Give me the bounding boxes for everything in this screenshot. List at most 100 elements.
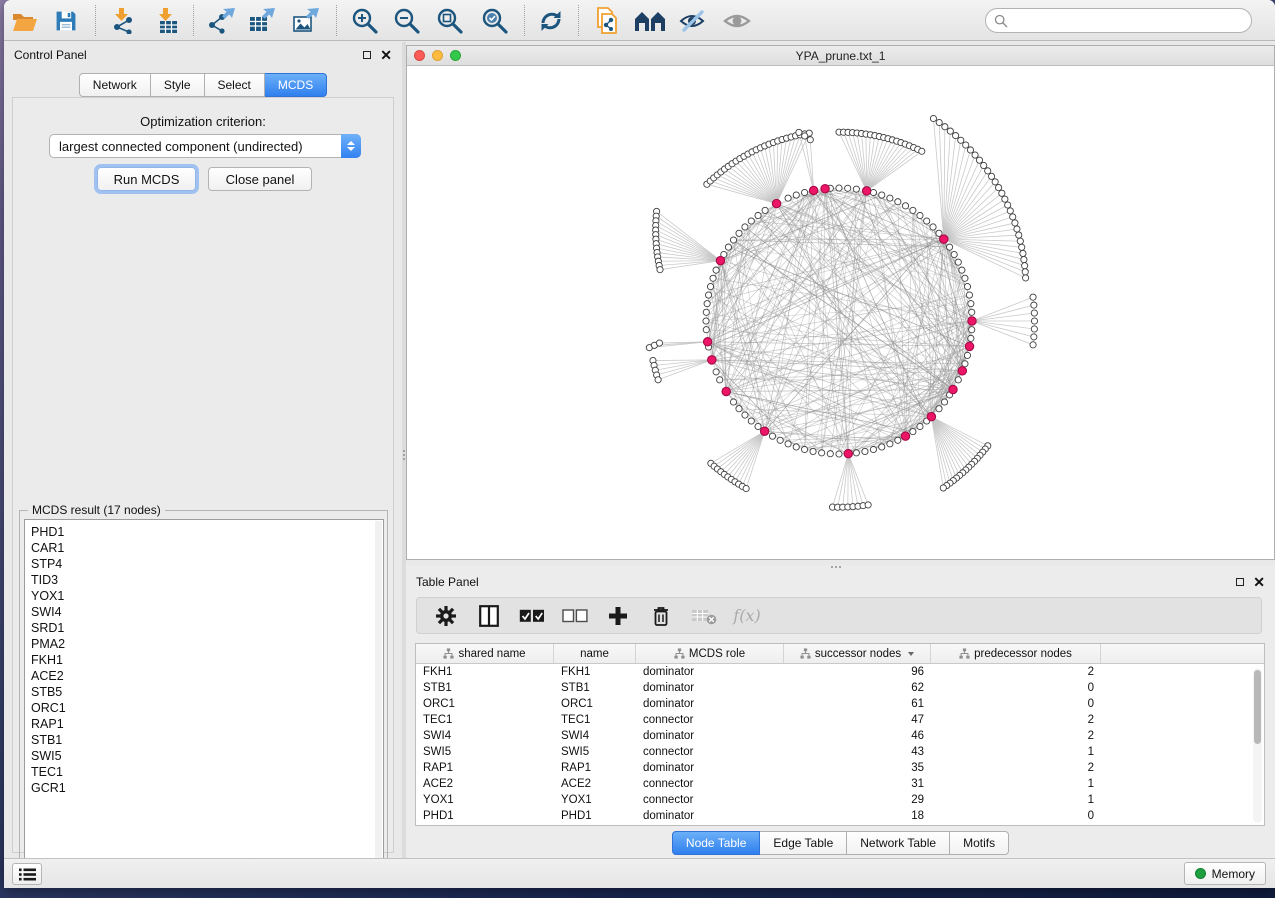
cell-successor_nodes[interactable]: 46 <box>784 730 931 742</box>
network-node[interactable] <box>1030 342 1036 348</box>
clone-network-button[interactable] <box>588 4 626 37</box>
network-node[interactable] <box>962 361 968 367</box>
table-row[interactable]: SWI4SWI4dominator462 <box>416 728 1264 744</box>
network-node[interactable] <box>819 450 825 456</box>
mcds-result-item[interactable]: SWI5 <box>31 748 383 764</box>
network-node[interactable] <box>946 244 952 250</box>
network-node[interactable] <box>836 451 842 457</box>
cell-successor_nodes[interactable]: 35 <box>784 762 931 774</box>
network-node[interactable] <box>1023 275 1029 281</box>
network-node[interactable] <box>992 179 998 185</box>
network-node[interactable] <box>981 162 987 168</box>
cell-predecessor_nodes[interactable]: 1 <box>931 794 1101 806</box>
show-all-button[interactable] <box>718 4 756 37</box>
network-node[interactable] <box>1031 318 1037 324</box>
cell-shared_name[interactable]: STB1 <box>416 682 554 694</box>
network-node[interactable] <box>955 377 961 383</box>
mcds-result-item[interactable]: ACE2 <box>31 668 383 684</box>
network-node[interactable] <box>736 406 742 412</box>
network-node[interactable] <box>707 283 713 289</box>
float-panel-icon[interactable] <box>363 51 371 59</box>
zoom-selected-button[interactable] <box>476 4 514 37</box>
mcds-result-item[interactable]: TEC1 <box>31 764 383 780</box>
network-node[interactable] <box>958 137 964 143</box>
network-node[interactable] <box>785 441 791 447</box>
network-node[interactable] <box>968 335 974 341</box>
network-node[interactable] <box>959 267 965 273</box>
close-panel-button[interactable]: Close panel <box>208 167 312 191</box>
tab-select[interactable]: Select <box>205 73 265 97</box>
network-node[interactable] <box>742 224 748 230</box>
cell-shared_name[interactable]: YOX1 <box>416 794 554 806</box>
network-node[interactable] <box>793 192 799 198</box>
network-node[interactable] <box>930 224 936 230</box>
network-node[interactable] <box>827 451 833 457</box>
cell-shared_name[interactable]: TEC1 <box>416 714 554 726</box>
cell-mcds_role[interactable]: dominator <box>636 762 784 774</box>
network-node[interactable] <box>725 244 731 250</box>
network-node[interactable] <box>785 195 791 201</box>
network-node[interactable] <box>969 309 975 315</box>
network-node[interactable] <box>947 128 953 134</box>
network-node[interactable] <box>988 173 994 179</box>
network-node[interactable] <box>964 352 970 358</box>
network-node[interactable] <box>1010 214 1016 220</box>
network-node[interactable] <box>917 212 923 218</box>
network-node[interactable] <box>963 142 969 148</box>
memory-button[interactable]: Memory <box>1184 862 1266 885</box>
cell-successor_nodes[interactable]: 43 <box>784 746 931 758</box>
network-node[interactable] <box>865 502 871 508</box>
deselect-all-button[interactable] <box>562 603 588 629</box>
network-node[interactable] <box>969 327 975 333</box>
search-input[interactable] <box>1013 14 1251 28</box>
network-hub-node[interactable] <box>968 317 976 325</box>
network-hub-node[interactable] <box>940 235 948 243</box>
network-node[interactable] <box>924 218 930 224</box>
cell-name[interactable]: ORC1 <box>554 698 636 710</box>
float-table-panel-icon[interactable] <box>1236 578 1244 586</box>
network-node[interactable] <box>910 428 916 434</box>
network-hub-node[interactable] <box>772 199 780 207</box>
network-node[interactable] <box>730 399 736 405</box>
network-hub-node[interactable] <box>760 427 768 435</box>
network-node[interactable] <box>801 446 807 452</box>
cell-shared_name[interactable]: FKH1 <box>416 666 554 678</box>
table-row[interactable]: RAP1RAP1dominator352 <box>416 760 1264 776</box>
save-session-button[interactable] <box>47 4 85 37</box>
cell-predecessor_nodes[interactable]: 0 <box>931 698 1101 710</box>
cell-mcds_role[interactable]: connector <box>636 778 784 790</box>
network-node[interactable] <box>710 275 716 281</box>
cell-name[interactable]: SWI4 <box>554 730 636 742</box>
close-table-panel-icon[interactable]: ✕ <box>1253 577 1265 587</box>
table-row[interactable]: YOX1YOX1connector291 <box>416 792 1264 808</box>
cell-mcds_role[interactable]: dominator <box>636 698 784 710</box>
table-row[interactable]: FKH1FKH1dominator962 <box>416 664 1264 680</box>
network-node[interactable] <box>951 251 957 257</box>
zoom-fit-button[interactable] <box>431 4 469 37</box>
cell-name[interactable]: TEC1 <box>554 714 636 726</box>
network-node[interactable] <box>704 301 710 307</box>
network-node[interactable] <box>879 192 885 198</box>
apply-layout-button[interactable] <box>532 4 570 37</box>
mcds-result-item[interactable]: ORC1 <box>31 700 383 716</box>
network-node[interactable] <box>999 190 1005 196</box>
cell-predecessor_nodes[interactable]: 1 <box>931 746 1101 758</box>
network-node[interactable] <box>940 485 946 491</box>
table-settings-button[interactable] <box>433 603 459 629</box>
cell-name[interactable]: SWI5 <box>554 746 636 758</box>
network-node[interactable] <box>942 124 948 130</box>
network-node[interactable] <box>762 207 768 213</box>
network-node[interactable] <box>845 185 851 191</box>
cell-successor_nodes[interactable]: 47 <box>784 714 931 726</box>
mcds-result-item[interactable]: SRD1 <box>31 620 383 636</box>
cell-name[interactable]: ACE2 <box>554 778 636 790</box>
network-node[interactable] <box>801 189 807 195</box>
table-row[interactable]: PHD1PHD1dominator180 <box>416 808 1264 824</box>
network-hub-node[interactable] <box>958 367 966 375</box>
network-hub-node[interactable] <box>716 256 724 264</box>
network-node[interactable] <box>769 433 775 439</box>
mcds-result-item[interactable]: SWI4 <box>31 604 383 620</box>
network-node[interactable] <box>962 275 968 281</box>
network-node[interactable] <box>936 119 942 125</box>
function-builder-button[interactable]: f(x) <box>734 603 760 629</box>
